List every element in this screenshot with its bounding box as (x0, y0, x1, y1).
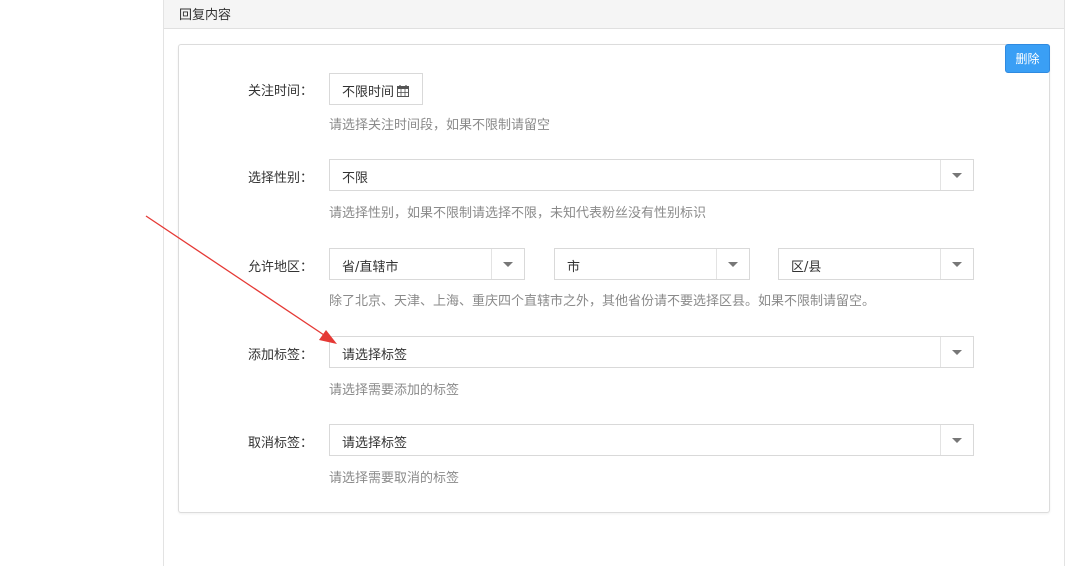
delete-button[interactable]: 删除 (1005, 44, 1050, 73)
follow-time-picker[interactable]: 不限时间 (329, 73, 423, 105)
chevron-down-icon (940, 425, 973, 455)
province-select[interactable]: 省/直辖市 (329, 248, 525, 280)
chevron-down-icon (940, 249, 973, 279)
gender-select[interactable]: 不限 (329, 159, 974, 191)
gender-value: 不限 (342, 171, 369, 186)
gender-help: 请选择性别，如果不限制请选择不限，未知代表粉丝没有性别标识 (329, 206, 707, 221)
remove-tag-value: 请选择标签 (342, 436, 408, 451)
region-label: 允许地区： (248, 260, 314, 275)
follow-time-label: 关注时间： (248, 84, 314, 99)
chevron-down-icon (716, 249, 749, 279)
remove-tag-help: 请选择需要取消的标签 (329, 471, 460, 486)
remove-tag-label: 取消标签： (248, 436, 314, 451)
follow-time-value-wrap: 不限时间 (342, 81, 410, 101)
remove-tag-select[interactable]: 请选择标签 (329, 424, 974, 456)
follow-time-value: 不限时间 (342, 85, 395, 100)
add-tag-value: 请选择标签 (342, 348, 408, 363)
chevron-down-icon (940, 160, 973, 190)
district-value: 区/县 (791, 260, 822, 275)
chevron-down-icon (940, 337, 973, 367)
province-value: 省/直辖市 (342, 260, 399, 275)
region-help: 除了北京、天津、上海、重庆四个直辖市之外，其他省份请不要选择区县。如果不限制请留… (329, 294, 876, 309)
city-select[interactable]: 市 (554, 248, 750, 280)
panel-header: 回复内容 (164, 0, 1064, 29)
district-select[interactable]: 区/县 (778, 248, 974, 280)
calendar-icon (397, 85, 410, 101)
city-value: 市 (567, 260, 581, 275)
add-tag-help: 请选择需要添加的标签 (329, 383, 460, 398)
right-divider (1064, 0, 1065, 566)
left-divider (163, 0, 164, 566)
gender-label: 选择性别： (248, 171, 314, 186)
panel-title: 回复内容 (179, 8, 232, 23)
add-tag-label: 添加标签： (248, 348, 314, 363)
chevron-down-icon (491, 249, 524, 279)
add-tag-select[interactable]: 请选择标签 (329, 336, 974, 368)
follow-time-help: 请选择关注时间段，如果不限制请留空 (329, 118, 551, 133)
